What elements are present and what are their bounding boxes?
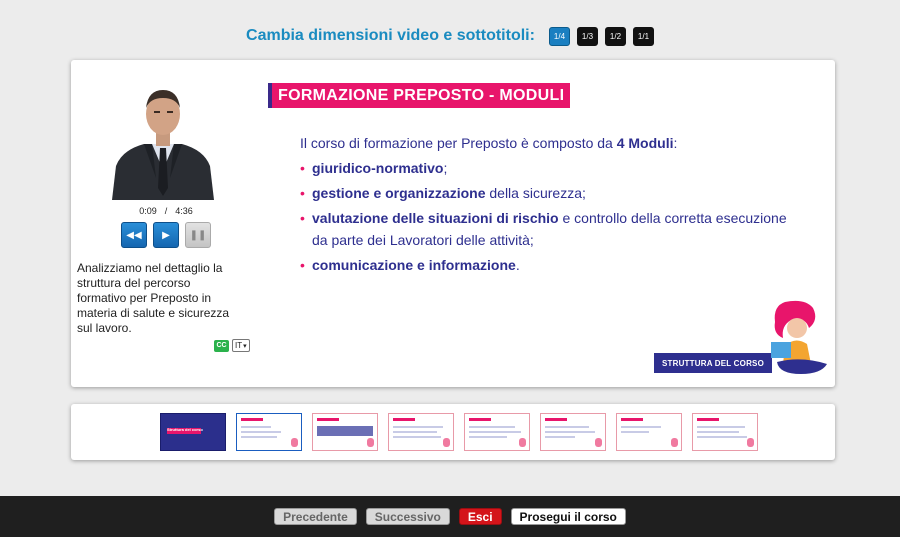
slide-title: FORMAZIONE PREPOSTO - MODULI — [268, 83, 571, 108]
current-time: 0:09 — [139, 206, 157, 216]
size-button-third[interactable]: 1/3 — [576, 26, 598, 46]
module-name: valutazione delle situazioni di rischio — [312, 210, 559, 226]
time-display: 0:09 / 4:36 — [111, 206, 221, 216]
slide-intro-bold: 4 Moduli — [616, 135, 674, 151]
thumbnail-1[interactable]: Struttura del corso — [160, 413, 226, 451]
thumbnail-7[interactable] — [616, 413, 682, 451]
cc-toggle[interactable]: CC — [214, 339, 229, 352]
section-label: STRUTTURA DEL CORSO — [654, 353, 772, 373]
language-value: IT — [235, 341, 243, 350]
thumbnail-3[interactable] — [312, 413, 378, 451]
player-controls: ◀◀ ▶ ❚❚ — [121, 222, 211, 248]
thumbnail-8[interactable] — [692, 413, 758, 451]
module-item: comunicazione e informazione. — [300, 254, 800, 276]
thumbnail-strip: Struttura del corso — [160, 413, 758, 451]
size-button-quarter[interactable]: 1/4 — [548, 26, 570, 46]
size-button-half[interactable]: 1/2 — [604, 26, 626, 46]
language-select[interactable]: IT ▾ — [232, 339, 250, 352]
presenter-image — [106, 78, 220, 200]
thumbnail-6[interactable] — [540, 413, 606, 451]
size-toolbar: Cambia dimensioni video e sottotitoli: 1… — [0, 24, 900, 48]
slide-thumbnails-panel: Struttura del corso — [71, 404, 835, 460]
pause-icon: ❚❚ — [189, 229, 207, 241]
continue-course-button[interactable]: Prosegui il corso — [510, 508, 626, 525]
module-rest: ; — [443, 160, 448, 176]
slide-intro-suffix: : — [673, 135, 678, 151]
module-name: comunicazione e informazione — [312, 257, 516, 273]
presenter-video[interactable] — [106, 78, 220, 200]
chevron-down-icon: ▾ — [243, 342, 247, 350]
lesson-panel: 0:09 / 4:36 ◀◀ ▶ ❚❚ Analizziamo nel dett… — [71, 60, 835, 387]
slide-intro: Il corso di formazione per Preposto è co… — [300, 132, 800, 154]
module-rest: della sicurezza; — [485, 185, 586, 201]
module-item: gestione e organizzazione della sicurezz… — [300, 182, 800, 204]
subtitle-controls: CC IT ▾ — [214, 339, 250, 352]
rewind-icon: ◀◀ — [126, 229, 142, 241]
module-list: giuridico-normativo; gestione e organizz… — [300, 157, 800, 276]
subtitle-text: Analizziamo nel dettaglio la struttura d… — [77, 261, 230, 335]
pause-button[interactable]: ❚❚ — [185, 222, 211, 248]
slide-intro-text: Il corso di formazione per Preposto è co… — [300, 135, 617, 151]
next-button[interactable]: Successivo — [365, 508, 450, 525]
thumbnail-1-text: Struttura del corso — [167, 427, 203, 432]
time-separator: / — [164, 206, 168, 216]
student-illustration — [771, 300, 827, 374]
thumbnail-2[interactable] — [236, 413, 302, 451]
thumbnail-4[interactable] — [388, 413, 454, 451]
size-toolbar-title: Cambia dimensioni video e sottotitoli: — [246, 27, 535, 44]
previous-button[interactable]: Precedente — [274, 508, 357, 525]
exit-button[interactable]: Esci — [458, 508, 502, 525]
navigation-footer: Precedente Successivo Esci Prosegui il c… — [0, 496, 900, 537]
thumbnail-5[interactable] — [464, 413, 530, 451]
slide-content: Il corso di formazione per Preposto è co… — [300, 132, 800, 279]
play-button[interactable]: ▶ — [153, 222, 179, 248]
module-rest: . — [515, 257, 520, 273]
module-name: gestione e organizzazione — [312, 185, 486, 201]
module-item: valutazione delle situazioni di rischio … — [300, 207, 800, 251]
module-item: giuridico-normativo; — [300, 157, 800, 179]
module-name: giuridico-normativo — [312, 160, 444, 176]
play-icon: ▶ — [162, 229, 170, 241]
size-button-full[interactable]: 1/1 — [632, 26, 654, 46]
duration: 4:36 — [175, 206, 193, 216]
rewind-button[interactable]: ◀◀ — [121, 222, 147, 248]
